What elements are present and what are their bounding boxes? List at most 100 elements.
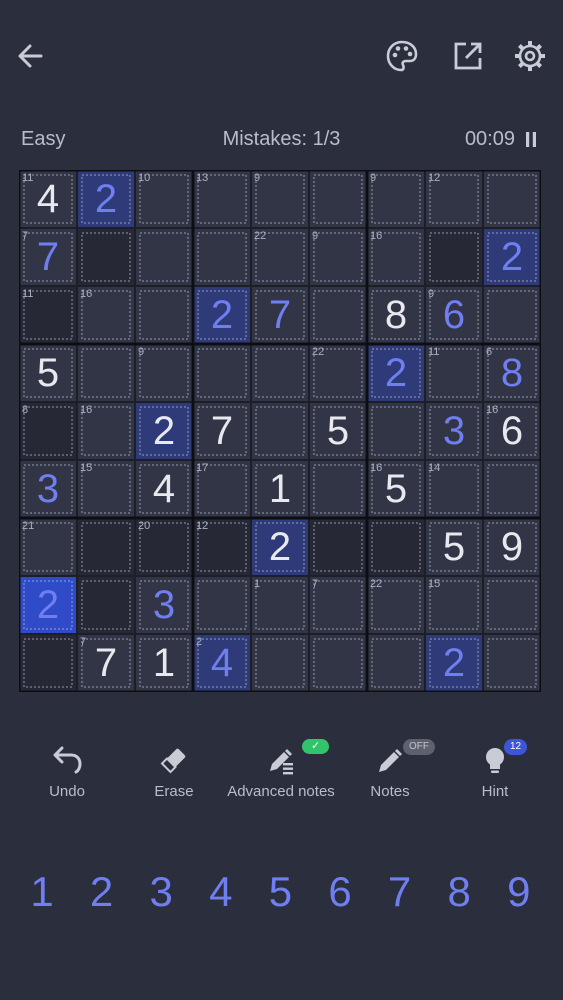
board-cell[interactable] <box>135 228 193 286</box>
board-cell[interactable] <box>193 576 251 634</box>
hint-label: Hint <box>481 783 509 800</box>
board-cell[interactable] <box>367 634 425 692</box>
erase-button[interactable]: Erase <box>119 745 229 800</box>
board-cell[interactable]: 3 <box>425 402 483 460</box>
number-key-7[interactable]: 7 <box>375 868 425 916</box>
board-cell[interactable] <box>309 460 367 518</box>
board-cell[interactable]: 1 <box>251 460 309 518</box>
cell-digit: 2 <box>36 582 60 627</box>
cage-sum-label: 22 <box>370 578 383 590</box>
cell-digit: 7 <box>268 292 292 337</box>
board-cell[interactable]: 2 <box>77 170 135 228</box>
undo-icon <box>53 746 82 774</box>
cell-digit: 8 <box>500 350 524 395</box>
board-cell[interactable] <box>77 576 135 634</box>
board-cell[interactable] <box>193 228 251 286</box>
theme-button[interactable] <box>382 36 422 76</box>
number-key-5[interactable]: 5 <box>255 868 305 916</box>
board-cell[interactable]: 1 <box>135 634 193 692</box>
number-key-6[interactable]: 6 <box>315 868 365 916</box>
timer: 00:09 <box>464 128 515 150</box>
pause-icon[interactable] <box>525 131 537 148</box>
settings-button[interactable] <box>510 36 550 76</box>
board-cell[interactable]: 4 <box>135 460 193 518</box>
cell-digit: 2 <box>442 640 466 685</box>
board-cell[interactable] <box>251 634 309 692</box>
hint-count-badge: 12 <box>504 739 528 755</box>
share-button[interactable] <box>448 36 488 76</box>
board-cell[interactable] <box>483 170 541 228</box>
board-cell[interactable] <box>367 402 425 460</box>
cell-digit: 5 <box>442 524 466 569</box>
advanced-notes-button[interactable]: Advanced notes ✓ <box>226 739 336 800</box>
board-cell[interactable]: 2 <box>367 344 425 402</box>
number-key-9[interactable]: 9 <box>494 868 544 916</box>
board-cell[interactable]: 5 <box>425 518 483 576</box>
board-cell[interactable] <box>309 286 367 344</box>
board-cell[interactable] <box>135 286 193 344</box>
board-cell[interactable] <box>309 518 367 576</box>
board-cell[interactable] <box>77 518 135 576</box>
cage-sum-label: 16 <box>80 288 93 300</box>
eraser-icon <box>160 748 186 774</box>
cage-sum-label: 7 <box>80 636 87 648</box>
board-cell[interactable] <box>483 634 541 692</box>
number-key-8[interactable]: 8 <box>434 868 484 916</box>
cell-digit: 4 <box>210 640 234 685</box>
board-cell[interactable]: 2 <box>483 228 541 286</box>
board-cell[interactable]: 3 <box>19 460 77 518</box>
cage-sum-label: 9 <box>312 230 319 242</box>
action-toolbar: Undo Erase Advanced notes ✓ Notes OFF Hi… <box>0 739 563 815</box>
board-cell[interactable] <box>483 460 541 518</box>
board-cell[interactable] <box>483 286 541 344</box>
board-cell[interactable] <box>367 518 425 576</box>
cage-sum-label: 20 <box>138 520 151 532</box>
sudoku-board: 4 2 7 2 2 7 8 6 5 2 8 2 7 5 3 6 3 4 1 5 2 5 9 2 3 7 1 4 2 11 10 13 9 9 12 7… <box>19 170 541 692</box>
board-cell[interactable] <box>483 576 541 634</box>
board-cell[interactable] <box>19 634 77 692</box>
gear-icon <box>515 41 545 71</box>
notes-button[interactable]: Notes OFF <box>335 739 445 800</box>
pencil-icon <box>379 749 402 772</box>
board-cell[interactable] <box>425 228 483 286</box>
cage-sum-label: 11 <box>22 288 34 300</box>
cell-digit: 2 <box>210 292 234 337</box>
cage-sum-label: 9 <box>254 172 261 184</box>
undo-button[interactable]: Undo <box>12 745 122 800</box>
board-cell[interactable] <box>309 634 367 692</box>
number-key-2[interactable]: 2 <box>77 868 127 916</box>
cage-sum-label: 16 <box>370 462 383 474</box>
cell-digit: 2 <box>268 524 292 569</box>
board-cell[interactable] <box>77 228 135 286</box>
cage-sum-label: 17 <box>196 462 209 474</box>
number-key-3[interactable]: 3 <box>136 868 186 916</box>
board-cell[interactable]: 2 <box>135 402 193 460</box>
advanced-notes-on-badge: ✓ <box>302 739 330 754</box>
back-button[interactable] <box>10 36 50 76</box>
board-cell[interactable]: 8 <box>367 286 425 344</box>
board-cell[interactable]: 7 <box>251 286 309 344</box>
pencil-list-icon <box>270 749 293 775</box>
board-cell[interactable]: 5 <box>19 344 77 402</box>
board-cell[interactable] <box>309 170 367 228</box>
board-cell[interactable]: 7 <box>193 402 251 460</box>
number-key-1[interactable]: 1 <box>17 868 67 916</box>
board-cell[interactable] <box>251 402 309 460</box>
cell-digit: 6 <box>500 408 524 453</box>
cell-digit: 5 <box>36 350 60 395</box>
board-cell[interactable]: 3 <box>135 576 193 634</box>
cage-sum-label: 7 <box>22 230 29 242</box>
board-cell[interactable]: 2 <box>19 576 77 634</box>
board-cell[interactable] <box>251 344 309 402</box>
board-cell[interactable]: 5 <box>309 402 367 460</box>
cage-sum-label: 9 <box>370 172 377 184</box>
board-cell[interactable] <box>77 344 135 402</box>
board-cell[interactable] <box>193 344 251 402</box>
board-cell[interactable]: 2 <box>251 518 309 576</box>
number-key-4[interactable]: 4 <box>196 868 246 916</box>
board-cell[interactable]: 9 <box>483 518 541 576</box>
cage-sum-label: 8 <box>22 404 29 416</box>
board-cell[interactable]: 2 <box>193 286 251 344</box>
hint-button[interactable]: Hint 12 <box>440 739 550 800</box>
board-cell[interactable]: 2 <box>425 634 483 692</box>
